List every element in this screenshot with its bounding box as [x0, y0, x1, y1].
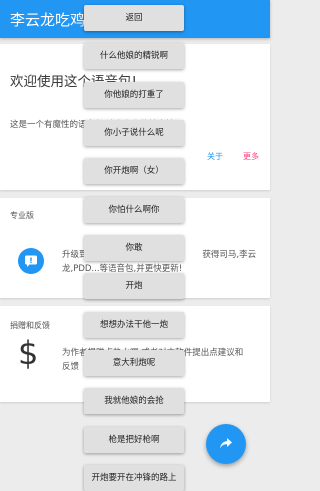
- voice-button[interactable]: 你怕什么啊你: [84, 197, 184, 223]
- voice-button[interactable]: 想想办法干他一炮: [84, 312, 184, 338]
- voice-button[interactable]: 你他娘的打重了: [84, 82, 184, 108]
- voice-button[interactable]: 你小子说什么呢: [84, 120, 184, 146]
- voice-button[interactable]: 枪是把好枪啊: [84, 427, 184, 453]
- about-link[interactable]: 关于: [207, 151, 223, 162]
- dollar-icon: $: [18, 334, 39, 372]
- voice-button[interactable]: 什么他娘的精锐啊: [84, 43, 184, 69]
- voice-button[interactable]: 你敢: [84, 235, 184, 261]
- pro-section-title: 专业版: [10, 211, 34, 220]
- more-link[interactable]: 更多: [243, 151, 259, 162]
- voice-button[interactable]: 你开炮啊（女）: [84, 158, 184, 184]
- donate-section-title: 捐赠和反馈: [10, 321, 50, 330]
- voice-button[interactable]: 开炮要开在冲锋的路上: [84, 465, 184, 491]
- pro-description-right: 获得司马,李云: [202, 250, 257, 260]
- voice-button[interactable]: 开炮: [84, 273, 184, 299]
- donate-description-line2: 反馈: [62, 362, 80, 372]
- voice-button[interactable]: 意大利炮呢: [84, 350, 184, 376]
- share-icon: [220, 438, 232, 449]
- share-fab-button[interactable]: [206, 424, 246, 464]
- chat-bubble-icon: [18, 248, 44, 274]
- back-button[interactable]: 返回: [84, 5, 184, 31]
- voice-button[interactable]: 我就他娘的会抢: [84, 388, 184, 414]
